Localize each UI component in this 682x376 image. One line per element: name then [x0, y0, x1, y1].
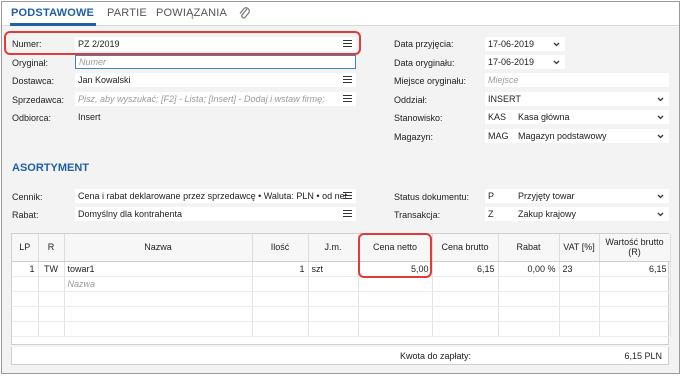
- cell-ilosc[interactable]: 1: [252, 261, 309, 277]
- status-value: Przyjęty towar: [518, 191, 575, 201]
- col-header-lp[interactable]: LP: [12, 234, 39, 262]
- summary-bar: Kwota do zapłaty: 6,15 PLN: [11, 347, 669, 365]
- cell-rabat[interactable]: 0,00 %: [498, 261, 560, 277]
- kwota-value: 6,15 PLN: [624, 351, 662, 361]
- miejsce-oryginalu-label: Miejsce oryginału:: [394, 76, 467, 86]
- oryginal-field[interactable]: Numer: [75, 55, 356, 69]
- chevron-down-icon[interactable]: [657, 114, 664, 121]
- miejsce-placeholder: Miejsce: [488, 75, 519, 85]
- tab-bar: PODSTAWOWE PARTIE POWIĄZANIA: [2, 2, 679, 26]
- col-header-rabat[interactable]: Rabat: [498, 234, 560, 262]
- col-header-jm[interactable]: J.m.: [308, 234, 359, 262]
- data-oryginalu-field[interactable]: 17-06-2019: [485, 55, 565, 69]
- cennik-label: Cennik:: [12, 192, 43, 202]
- kwota-label: Kwota do zapłaty:: [400, 351, 472, 361]
- rabat-list-icon[interactable]: [343, 210, 352, 218]
- tab-powiazania[interactable]: POWIĄZANIA: [156, 7, 227, 19]
- asortyment-title: ASORTYMENT: [12, 162, 89, 174]
- new-row-nazwa-placeholder[interactable]: Nazwa: [64, 276, 253, 292]
- stanowisko-label: Stanowisko:: [394, 113, 443, 123]
- empty-row: [12, 306, 671, 322]
- transakcja-select[interactable]: Z Zakup krajowy: [485, 207, 669, 221]
- col-header-r[interactable]: R: [38, 234, 65, 262]
- tab-podstawowe[interactable]: PODSTAWOWE: [11, 7, 94, 19]
- grid-header-row: LP R Nazwa Ilość J.m. Cena netto Cena br…: [12, 234, 671, 262]
- cell-cena-brutto[interactable]: 6,15: [432, 261, 499, 277]
- status-label: Status dokumentu:: [394, 192, 470, 202]
- col-header-ilosc[interactable]: Ilość: [252, 234, 309, 262]
- sprzedawca-label: Sprzedawca:: [12, 95, 65, 105]
- odbiorca-label: Odbiorca:: [12, 113, 52, 123]
- cennik-value: Cena i rabat deklarowane przez sprzedawc…: [78, 191, 348, 201]
- miejsce-oryginalu-field[interactable]: Miejsce: [485, 73, 669, 87]
- sprzedawca-placeholder: Pisz, aby wyszukać; [F2] - Lista; [Inser…: [78, 94, 325, 104]
- new-row[interactable]: Nazwa: [12, 276, 671, 292]
- odbiorca-value: Insert: [78, 112, 101, 122]
- cell-lp[interactable]: 1: [12, 261, 39, 277]
- tab-partie[interactable]: PARTIE: [107, 7, 147, 19]
- paperclip-icon[interactable]: [238, 6, 252, 22]
- col-header-vat[interactable]: VAT [%]: [559, 234, 600, 262]
- transakcja-value: Zakup krajowy: [518, 209, 577, 219]
- document-window: PODSTAWOWE PARTIE POWIĄZANIA Numer: PZ 2…: [1, 1, 680, 374]
- odbiorca-field: Insert: [75, 110, 356, 124]
- magazyn-code: MAG: [488, 131, 509, 141]
- data-przyjecia-label: Data przyjęcia:: [394, 39, 454, 49]
- stanowisko-code: KAS: [488, 112, 507, 122]
- cell-r[interactable]: TW: [38, 261, 65, 277]
- empty-row: [12, 291, 671, 307]
- cennik-list-icon[interactable]: [343, 192, 352, 200]
- oryginal-placeholder: Numer: [79, 57, 107, 67]
- cell-jm[interactable]: szt: [308, 261, 359, 277]
- magazyn-label: Magazyn:: [394, 132, 434, 142]
- transakcja-code: Z: [488, 209, 494, 219]
- magazyn-value: Magazyn podstawowy: [518, 131, 607, 141]
- rabat-field[interactable]: Domyślny dla kontrahenta: [75, 207, 356, 221]
- cell-vat[interactable]: 23: [559, 261, 600, 277]
- rabat-label: Rabat:: [12, 210, 39, 220]
- oryginal-label: Oryginał:: [12, 58, 49, 68]
- data-oryginalu-value: 17-06-2019: [488, 57, 535, 67]
- numer-highlight: [4, 31, 361, 55]
- cell-wartosc[interactable]: 6,15: [599, 261, 671, 277]
- col-header-cena-brutto[interactable]: Cena brutto: [432, 234, 499, 262]
- cell-nazwa[interactable]: towar1: [64, 261, 253, 277]
- chevron-down-icon[interactable]: [553, 41, 560, 48]
- dostawca-field[interactable]: Jan Kowalski: [75, 73, 356, 87]
- transakcja-label: Transakcja:: [394, 210, 441, 220]
- active-tab-indicator: [10, 23, 96, 26]
- rabat-value: Domyślny dla kontrahenta: [78, 209, 183, 219]
- dostawca-value: Jan Kowalski: [78, 75, 131, 85]
- oddzial-value: INSERT: [488, 94, 521, 104]
- cena-netto-highlight: [358, 233, 432, 278]
- chevron-down-icon[interactable]: [657, 211, 664, 218]
- data-oryginalu-label: Data oryginału:: [394, 58, 455, 68]
- data-przyjecia-field[interactable]: 17-06-2019: [485, 37, 565, 51]
- chevron-down-icon[interactable]: [657, 193, 664, 200]
- oddzial-select[interactable]: INSERT: [485, 92, 669, 106]
- status-code: P: [488, 191, 495, 201]
- chevron-down-icon[interactable]: [657, 133, 664, 140]
- sprzedawca-list-icon[interactable]: [343, 95, 352, 103]
- magazyn-select[interactable]: MAG Magazyn podstawowy: [485, 129, 669, 143]
- stanowisko-value: Kasa główna: [518, 112, 570, 122]
- cennik-field[interactable]: Cena i rabat deklarowane przez sprzedawc…: [75, 189, 356, 203]
- oddzial-label: Oddział:: [394, 95, 428, 105]
- dostawca-list-icon[interactable]: [343, 76, 352, 84]
- chevron-down-icon[interactable]: [657, 96, 664, 103]
- table-row[interactable]: 1 TW towar1 1 szt 5,00 6,15 0,00 % 23 6,…: [12, 261, 671, 277]
- dostawca-label: Dostawca:: [12, 76, 55, 86]
- empty-row: [12, 321, 671, 337]
- stanowisko-select[interactable]: KAS Kasa główna: [485, 110, 669, 124]
- col-header-nazwa[interactable]: Nazwa: [64, 234, 253, 262]
- data-przyjecia-value: 17-06-2019: [488, 39, 535, 49]
- status-select[interactable]: P Przyjęty towar: [485, 189, 669, 203]
- col-header-wartosc[interactable]: Wartość brutto (R): [599, 234, 671, 262]
- items-grid: LP R Nazwa Ilość J.m. Cena netto Cena br…: [11, 233, 671, 345]
- chevron-down-icon[interactable]: [553, 59, 560, 66]
- sprzedawca-field[interactable]: Pisz, aby wyszukać; [F2] - Lista; [Inser…: [75, 92, 356, 106]
